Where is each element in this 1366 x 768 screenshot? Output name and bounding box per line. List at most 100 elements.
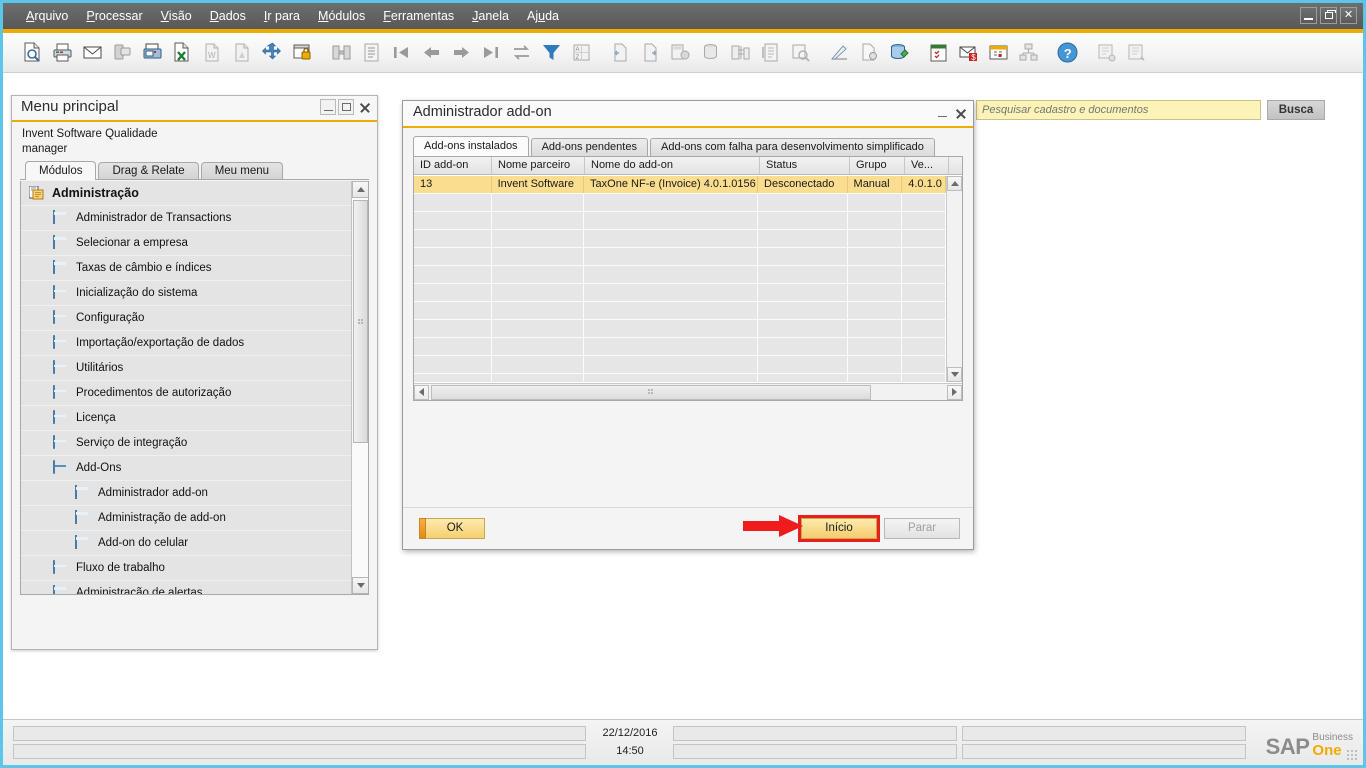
column-header-nome-parceiro[interactable]: Nome parceiro xyxy=(492,157,585,174)
tree-item-configuracao[interactable]: Configuração xyxy=(21,306,351,331)
main-menu-minimize-icon[interactable] xyxy=(320,99,336,115)
minimize-icon[interactable] xyxy=(1300,7,1317,24)
menu-item-modulos[interactable]: Módulos xyxy=(309,7,374,25)
addon-dialog-close-icon[interactable] xyxy=(952,105,968,121)
tab-addons-instalados[interactable]: Add-ons instalados xyxy=(413,136,529,156)
filter-icon[interactable] xyxy=(536,36,566,70)
scheduler-icon[interactable] xyxy=(983,36,1013,70)
table-row-empty[interactable] xyxy=(414,320,946,338)
grid-scroll-left-icon[interactable] xyxy=(414,384,429,400)
column-header-nome-do-add-on[interactable]: Nome do add-on xyxy=(585,157,760,174)
table-row-empty[interactable] xyxy=(414,248,946,266)
search-input[interactable] xyxy=(976,100,1261,120)
payment-icon[interactable] xyxy=(695,36,725,70)
grid-scroll-down-icon[interactable] xyxy=(947,367,962,382)
last-record-icon[interactable] xyxy=(476,36,506,70)
column-header-status[interactable]: Status xyxy=(760,157,850,174)
tab-addons-com-falha[interactable]: Add-ons com falha para desenvolvimento s… xyxy=(649,138,935,156)
lock-screen-icon[interactable] xyxy=(287,36,317,70)
addons-grid-hscrollbar[interactable] xyxy=(414,383,962,400)
reports-icon[interactable] xyxy=(725,36,755,70)
email-icon[interactable] xyxy=(77,36,107,70)
tree-item-administracao-de-add-on[interactable]: Administração de add-on xyxy=(21,506,351,531)
tab-modulos[interactable]: Módulos xyxy=(25,161,97,180)
export-pdf-icon[interactable] xyxy=(227,36,257,70)
tree-item-administrador-de-transactions[interactable]: Administrador de Transactions xyxy=(21,206,351,231)
list-icon[interactable] xyxy=(356,36,386,70)
query-generator-icon[interactable] xyxy=(854,36,884,70)
refresh-icon[interactable] xyxy=(506,36,536,70)
table-row-empty[interactable] xyxy=(414,284,946,302)
column-header-versao[interactable]: Ve... xyxy=(905,157,949,174)
messages-icon[interactable]: $ xyxy=(953,36,983,70)
print-preview-icon[interactable] xyxy=(17,36,47,70)
print-icon[interactable] xyxy=(47,36,77,70)
user-defined-icon[interactable] xyxy=(1091,36,1121,70)
tree-item-administracao-de-alertas[interactable]: Administração de alertas xyxy=(21,581,351,594)
grid-scroll-right-icon[interactable] xyxy=(947,384,962,400)
sort-icon[interactable]: AZ xyxy=(566,36,596,70)
tree-item-procedimentos-de-autorizacao[interactable]: Procedimentos de autorização xyxy=(21,381,351,406)
find-icon[interactable] xyxy=(326,36,356,70)
ok-button[interactable]: OK xyxy=(419,518,485,539)
tree-item-administracao[interactable]: Administração xyxy=(21,181,351,206)
tree-item-licenca[interactable]: Licença xyxy=(21,406,351,431)
help-icon[interactable]: ? xyxy=(1052,36,1082,70)
menu-item-arquivo[interactable]: Arquivo xyxy=(17,7,77,25)
tree-item-administrador-add-on[interactable]: Administrador add-on xyxy=(21,481,351,506)
grid-scroll-up-icon[interactable] xyxy=(947,176,962,191)
journal-entry-icon[interactable] xyxy=(785,36,815,70)
org-chart-icon[interactable] xyxy=(1013,36,1043,70)
table-row-empty[interactable] xyxy=(414,194,946,212)
tab-drag-relate[interactable]: Drag & Relate xyxy=(98,162,199,180)
tree-item-selecionar-a-empresa[interactable]: Selecionar a empresa xyxy=(21,231,351,256)
main-menu-close-icon[interactable] xyxy=(356,99,372,115)
scroll-down-icon[interactable] xyxy=(352,577,368,594)
tree-item-taxas-de-cambio[interactable]: Taxas de câmbio e índices xyxy=(21,256,351,281)
addon-dialog-minimize-icon[interactable] xyxy=(934,105,950,121)
main-menu-maximize-icon[interactable] xyxy=(338,99,354,115)
tree-item-add-on-do-celular[interactable]: Add-on do celular xyxy=(21,531,351,556)
table-row-empty[interactable] xyxy=(414,266,946,284)
column-header-grupo[interactable]: Grupo xyxy=(850,157,905,174)
balance-sheet-icon[interactable] xyxy=(755,36,785,70)
table-row-empty[interactable] xyxy=(414,212,946,230)
calendar-tasks-icon[interactable] xyxy=(923,36,953,70)
restore-icon[interactable] xyxy=(1320,7,1337,24)
tab-addons-pendentes[interactable]: Add-ons pendentes xyxy=(530,138,648,156)
table-row-empty[interactable] xyxy=(414,356,946,374)
table-row-empty[interactable] xyxy=(414,374,946,382)
scroll-up-icon[interactable] xyxy=(352,181,368,198)
menu-item-ferramentas[interactable]: Ferramentas xyxy=(374,7,463,25)
next-record-icon[interactable] xyxy=(446,36,476,70)
table-row-empty[interactable] xyxy=(414,338,946,356)
menu-item-visao[interactable]: Visão xyxy=(152,7,201,25)
tree-item-servico-de-integracao[interactable]: Serviço de integração xyxy=(21,431,351,456)
calculator-icon[interactable] xyxy=(665,36,695,70)
export-word-icon[interactable]: W xyxy=(197,36,227,70)
inicio-button[interactable]: Início xyxy=(801,518,877,539)
user-defined-fields-icon[interactable] xyxy=(1121,36,1151,70)
tree-item-utilitarios[interactable]: Utilitários xyxy=(21,356,351,381)
query-manager-icon[interactable] xyxy=(884,36,914,70)
grid-hscroll-thumb[interactable] xyxy=(431,384,871,400)
table-row[interactable]: 13 Invent Software TaxOne NF-e (Invoice)… xyxy=(414,176,946,194)
addons-grid-vscrollbar[interactable] xyxy=(946,176,962,382)
paste-icon[interactable] xyxy=(635,36,665,70)
resize-grip[interactable] xyxy=(1347,750,1359,762)
tree-item-inicializacao-do-sistema[interactable]: Inicialização do sistema xyxy=(21,281,351,306)
menu-item-processar[interactable]: Processar xyxy=(77,7,151,25)
tree-item-add-ons[interactable]: Add-Ons xyxy=(21,456,351,481)
menu-item-ir-para[interactable]: Ir para xyxy=(255,7,309,25)
menu-item-janela[interactable]: Janela xyxy=(463,7,518,25)
table-row-empty[interactable] xyxy=(414,302,946,320)
tree-item-importacao-exportacao-de-dados[interactable]: Importação/exportação de dados xyxy=(21,331,351,356)
drag-relate-icon[interactable] xyxy=(257,36,287,70)
menu-item-dados[interactable]: Dados xyxy=(201,7,255,25)
column-header-id-add-on[interactable]: ID add-on xyxy=(414,157,492,174)
module-tree-scrollbar[interactable] xyxy=(351,181,368,594)
search-button[interactable]: Busca xyxy=(1267,100,1325,120)
query-icon[interactable] xyxy=(824,36,854,70)
export-excel-icon[interactable] xyxy=(167,36,197,70)
tree-item-fluxo-de-trabalho[interactable]: Fluxo de trabalho xyxy=(21,556,351,581)
